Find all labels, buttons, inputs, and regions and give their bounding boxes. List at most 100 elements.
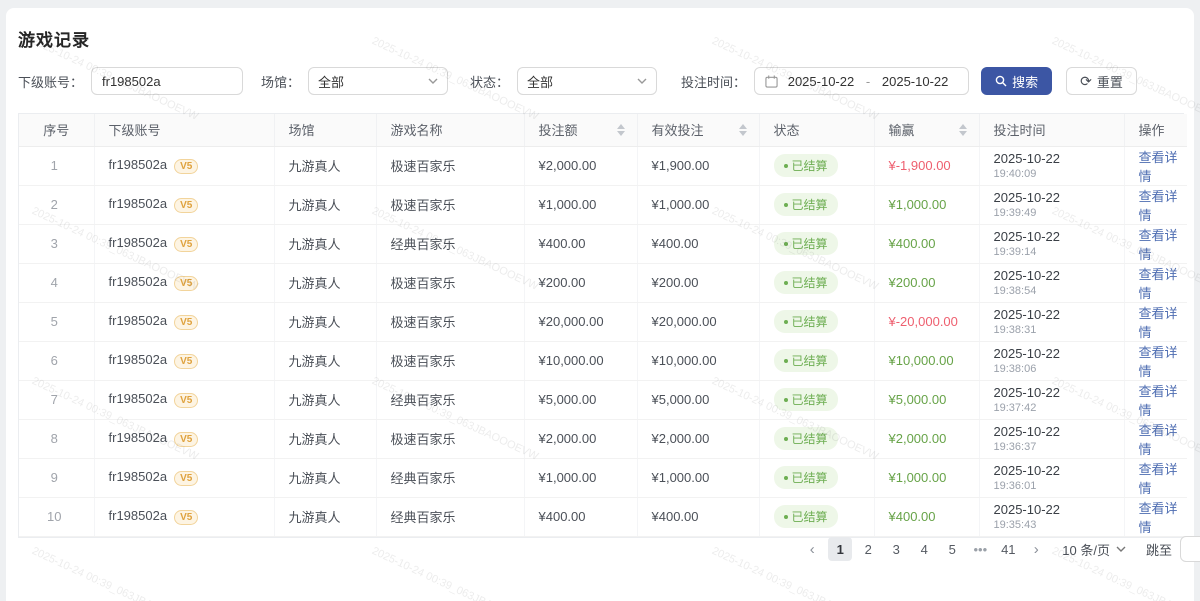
- winloss-value: ¥1,000.00: [889, 470, 947, 485]
- sort-icon[interactable]: [617, 124, 625, 136]
- bet-date: 2025-10-22: [994, 190, 1120, 205]
- cell-index: 9: [19, 458, 94, 497]
- view-details-link[interactable]: 查看详情: [1139, 501, 1178, 535]
- view-details-link[interactable]: 查看详情: [1139, 462, 1178, 496]
- reset-icon: ⟳: [1080, 74, 1092, 88]
- cell-account: fr198502aV5: [94, 224, 274, 263]
- page-number-2[interactable]: 2: [856, 537, 880, 561]
- cell-game-name: 极速百家乐: [376, 302, 524, 341]
- next-page-button[interactable]: ›: [1024, 536, 1048, 562]
- venue-select[interactable]: 全部: [308, 67, 448, 95]
- account-name: fr198502a: [109, 430, 168, 445]
- column-header-venue: 场馆: [274, 114, 376, 146]
- status-dot-icon: [784, 242, 788, 246]
- bet-time: 19:36:01: [994, 480, 1120, 493]
- cell-bet-time: 2025-10-2219:39:14: [979, 224, 1124, 263]
- cell-valid-bet: ¥1,000.00: [637, 185, 759, 224]
- page-number-1[interactable]: 1: [828, 537, 852, 561]
- view-details-link[interactable]: 查看详情: [1139, 150, 1178, 184]
- bet-date: 2025-10-22: [994, 424, 1120, 439]
- view-details-link[interactable]: 查看详情: [1139, 306, 1178, 340]
- status-dot-icon: [784, 281, 788, 285]
- column-header-status: 状态: [759, 114, 874, 146]
- status-badge-label: 已结算: [792, 469, 828, 486]
- account-input[interactable]: [91, 67, 243, 95]
- winloss-value: ¥1,000.00: [889, 197, 947, 212]
- jump-to-page: 跳至: [1146, 536, 1200, 562]
- reset-button[interactable]: ⟳ 重置: [1066, 67, 1137, 95]
- column-header-valid[interactable]: 有效投注: [637, 114, 759, 146]
- status-select-value: 全部: [527, 72, 553, 91]
- sort-icon[interactable]: [739, 124, 747, 136]
- cell-winloss: ¥400.00: [874, 224, 979, 263]
- page-number-5[interactable]: 5: [940, 537, 964, 561]
- vip-level-badge: V5: [174, 354, 198, 369]
- game-records-page: 游戏记录 下级账号： 场馆： 全部 状态： 全部: [0, 0, 1200, 601]
- cell-valid-bet: ¥400.00: [637, 497, 759, 536]
- prev-page-button[interactable]: ‹: [800, 536, 824, 562]
- date-start[interactable]: 2025-10-22: [778, 74, 864, 89]
- filter-status: 状态： 全部: [470, 67, 657, 95]
- cell-account: fr198502aV5: [94, 302, 274, 341]
- view-details-link[interactable]: 查看详情: [1139, 384, 1178, 418]
- status-badge: 已结算: [774, 193, 838, 216]
- cell-game-name: 经典百家乐: [376, 380, 524, 419]
- cell-venue: 九游真人: [274, 419, 376, 458]
- status-badge: 已结算: [774, 466, 838, 489]
- cell-index: 2: [19, 185, 94, 224]
- bet-date: 2025-10-22: [994, 307, 1120, 322]
- column-header-index: 序号: [19, 114, 94, 146]
- page-number-4[interactable]: 4: [912, 537, 936, 561]
- account-name: fr198502a: [109, 352, 168, 367]
- sort-icon[interactable]: [959, 124, 967, 136]
- bet-time: 19:39:14: [994, 246, 1120, 259]
- view-details-link[interactable]: 查看详情: [1139, 228, 1178, 262]
- cell-venue: 九游真人: [274, 263, 376, 302]
- winloss-value: ¥5,000.00: [889, 392, 947, 407]
- status-badge-label: 已结算: [792, 352, 828, 369]
- cell-index: 3: [19, 224, 94, 263]
- table-row: 10fr198502aV5九游真人经典百家乐¥400.00¥400.00已结算¥…: [19, 497, 1187, 536]
- status-dot-icon: [784, 320, 788, 324]
- view-details-link[interactable]: 查看详情: [1139, 189, 1178, 223]
- jump-label: 跳至: [1146, 540, 1172, 559]
- cell-venue: 九游真人: [274, 341, 376, 380]
- cell-status: 已结算: [759, 419, 874, 458]
- view-details-link[interactable]: 查看详情: [1139, 345, 1178, 379]
- winloss-value: ¥400.00: [889, 236, 936, 251]
- cell-valid-bet: ¥400.00: [637, 224, 759, 263]
- cell-status: 已结算: [759, 146, 874, 185]
- cell-status: 已结算: [759, 263, 874, 302]
- cell-action: 查看详情: [1124, 146, 1187, 185]
- bet-time: 19:35:43: [994, 519, 1120, 532]
- view-details-link[interactable]: 查看详情: [1139, 267, 1178, 301]
- calendar-icon: [765, 75, 778, 88]
- date-range-picker[interactable]: 2025-10-22 - 2025-10-22: [754, 67, 969, 95]
- sort-asc-icon: [739, 124, 747, 129]
- cell-account: fr198502a V5: [94, 341, 274, 380]
- cell-winloss: ¥200.00: [874, 263, 979, 302]
- filter-bet-time: 投注时间： 2025-10-22 - 2025-10-22: [681, 67, 969, 95]
- vip-level-badge: V5: [174, 432, 198, 447]
- page-size-value: 10 条/页: [1062, 540, 1110, 559]
- cell-account: fr198502a V5: [94, 419, 274, 458]
- vip-level-badge: V5: [174, 276, 198, 291]
- cell-bet-amount: ¥5,000.00: [524, 380, 637, 419]
- page-number-41[interactable]: 41: [996, 537, 1020, 561]
- cell-bet-amount: ¥400.00: [524, 224, 637, 263]
- bet-time-label: 投注时间：: [681, 72, 746, 91]
- pagination-ellipsis[interactable]: •••: [968, 537, 992, 561]
- view-details-link[interactable]: 查看详情: [1139, 423, 1178, 457]
- column-header-bet[interactable]: 投注额: [524, 114, 637, 146]
- search-button[interactable]: 搜索: [981, 67, 1052, 95]
- bet-time: 19:40:09: [994, 168, 1120, 181]
- column-header-winloss[interactable]: 输赢: [874, 114, 979, 146]
- account-name: fr198502a: [109, 196, 168, 211]
- cell-venue: 九游真人: [274, 146, 376, 185]
- winloss-value: ¥2,000.00: [889, 431, 947, 446]
- date-end[interactable]: 2025-10-22: [872, 74, 958, 89]
- page-number-3[interactable]: 3: [884, 537, 908, 561]
- status-select[interactable]: 全部: [517, 67, 657, 95]
- page-size-select[interactable]: 10 条/页: [1062, 540, 1126, 559]
- jump-page-input[interactable]: [1180, 536, 1200, 562]
